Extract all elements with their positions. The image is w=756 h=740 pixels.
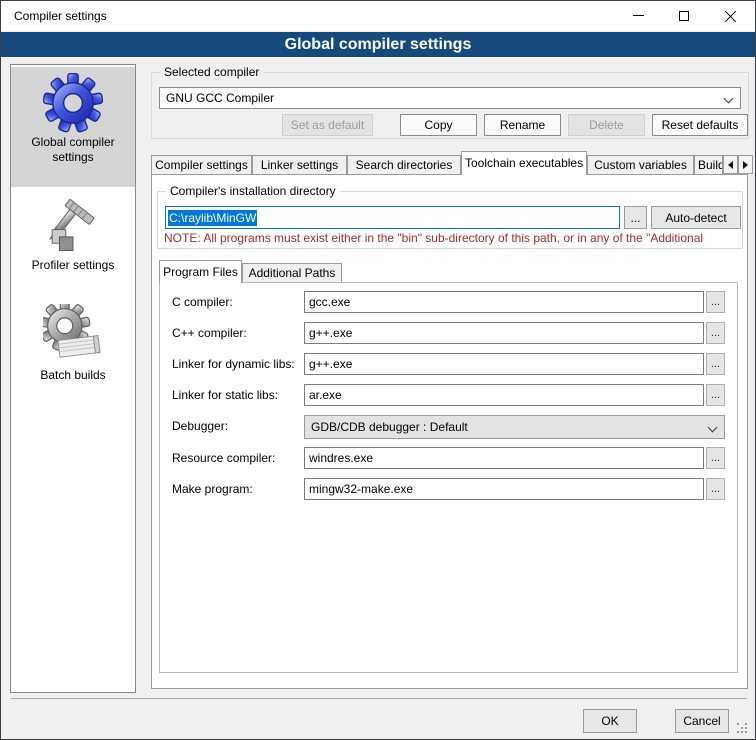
sidebar-item-label: Profiler settings bbox=[11, 258, 135, 273]
linker-static-label: Linker for static libs: bbox=[172, 388, 278, 402]
sidebar-item-label: Batch builds bbox=[11, 368, 135, 383]
gear-stack-icon bbox=[43, 304, 103, 366]
c-compiler-label: C compiler: bbox=[172, 295, 233, 309]
compiler-select[interactable]: GNU GCC Compiler bbox=[159, 87, 741, 109]
resource-compiler-label: Resource compiler: bbox=[172, 451, 275, 465]
install-dir-selected-text: C:\raylib\MinGW bbox=[168, 210, 257, 226]
arrow-right-icon bbox=[743, 161, 748, 169]
c-compiler-browse-button[interactable]: ... bbox=[706, 291, 725, 313]
minimize-icon bbox=[633, 15, 644, 16]
chevron-down-icon bbox=[724, 94, 734, 104]
resource-compiler-browse-button[interactable]: ... bbox=[706, 447, 725, 469]
tab-custom-variables[interactable]: Custom variables bbox=[587, 155, 694, 174]
footer-separator bbox=[11, 698, 747, 699]
reset-defaults-button[interactable]: Reset defaults bbox=[652, 114, 748, 136]
close-button[interactable] bbox=[707, 1, 754, 30]
sidebar-item-global-compiler-settings[interactable]: Global compiler settings bbox=[11, 67, 135, 187]
subtab-program-files[interactable]: Program Files bbox=[159, 260, 242, 283]
tab-compiler-settings[interactable]: Compiler settings bbox=[151, 155, 252, 174]
debugger-select[interactable]: GDB/CDB debugger : Default bbox=[304, 415, 725, 439]
cpp-compiler-input[interactable] bbox=[304, 322, 704, 344]
debugger-select-value: GDB/CDB debugger : Default bbox=[311, 420, 468, 434]
compiler-select-value: GNU GCC Compiler bbox=[166, 91, 274, 105]
make-program-browse-button[interactable]: ... bbox=[706, 478, 725, 500]
sidebar-item-batch-builds[interactable]: Batch builds bbox=[11, 298, 135, 412]
arrow-left-icon bbox=[728, 161, 733, 169]
linker-static-browse-button[interactable]: ... bbox=[706, 384, 725, 406]
minimize-button[interactable] bbox=[615, 1, 661, 30]
linker-dynamic-input[interactable] bbox=[304, 353, 704, 375]
titlebar[interactable]: Compiler settings bbox=[1, 1, 755, 31]
maximize-icon bbox=[679, 11, 689, 21]
linker-dynamic-label: Linker for dynamic libs: bbox=[172, 357, 295, 371]
copy-button[interactable]: Copy bbox=[400, 114, 477, 136]
settings-category-list: Global compiler settings Profiler settin… bbox=[10, 64, 136, 693]
tab-linker-settings[interactable]: Linker settings bbox=[252, 155, 347, 174]
maximize-button[interactable] bbox=[661, 1, 707, 30]
sidebar-item-profiler-settings[interactable]: Profiler settings bbox=[11, 190, 135, 294]
chevron-down-icon bbox=[708, 423, 718, 433]
resize-grip-icon[interactable] bbox=[737, 723, 749, 735]
debugger-label: Debugger: bbox=[172, 419, 228, 433]
tab-toolchain-executables[interactable]: Toolchain executables bbox=[461, 151, 587, 175]
linker-static-input[interactable] bbox=[304, 384, 704, 406]
install-dir-note: NOTE: All programs must exist either in … bbox=[164, 231, 741, 245]
compiler-settings-dialog: Compiler settings Global compiler settin… bbox=[0, 0, 756, 740]
install-dir-group-label: Compiler's installation directory bbox=[166, 184, 340, 198]
window-title: Compiler settings bbox=[14, 9, 107, 23]
subtab-additional-paths[interactable]: Additional Paths bbox=[242, 263, 342, 283]
tab-search-directories[interactable]: Search directories bbox=[347, 155, 461, 174]
install-dir-input[interactable]: C:\raylib\MinGW bbox=[165, 206, 620, 229]
tab-build-options-clipped[interactable]: Build options bbox=[694, 155, 723, 174]
resource-compiler-input[interactable] bbox=[304, 447, 704, 469]
program-files-panel: C compiler: ... C++ compiler: ... Linker… bbox=[159, 282, 738, 673]
tab-scroll-right-button[interactable] bbox=[738, 155, 753, 174]
tab-scroll-left-button[interactable] bbox=[723, 155, 738, 174]
ok-button[interactable]: OK bbox=[583, 709, 637, 733]
cancel-button[interactable]: Cancel bbox=[675, 709, 729, 733]
close-icon bbox=[725, 10, 737, 22]
auto-detect-button[interactable]: Auto-detect bbox=[651, 206, 741, 229]
rename-button[interactable]: Rename bbox=[484, 114, 561, 136]
make-program-input[interactable] bbox=[304, 478, 704, 500]
page-title: Global compiler settings bbox=[1, 32, 755, 57]
install-dir-browse-button[interactable]: ... bbox=[624, 206, 647, 229]
linker-dynamic-browse-button[interactable]: ... bbox=[706, 353, 725, 375]
cpp-compiler-label: C++ compiler: bbox=[172, 326, 247, 340]
set-as-default-button[interactable]: Set as default bbox=[282, 114, 373, 136]
sidebar-item-label: Global compiler settings bbox=[11, 135, 135, 165]
make-program-label: Make program: bbox=[172, 482, 253, 496]
caliper-icon bbox=[44, 196, 102, 256]
c-compiler-input[interactable] bbox=[304, 291, 704, 313]
cpp-compiler-browse-button[interactable]: ... bbox=[706, 322, 725, 344]
selected-compiler-group-label: Selected compiler bbox=[160, 65, 263, 79]
blue-gear-icon bbox=[43, 73, 103, 133]
delete-button[interactable]: Delete bbox=[568, 114, 645, 136]
